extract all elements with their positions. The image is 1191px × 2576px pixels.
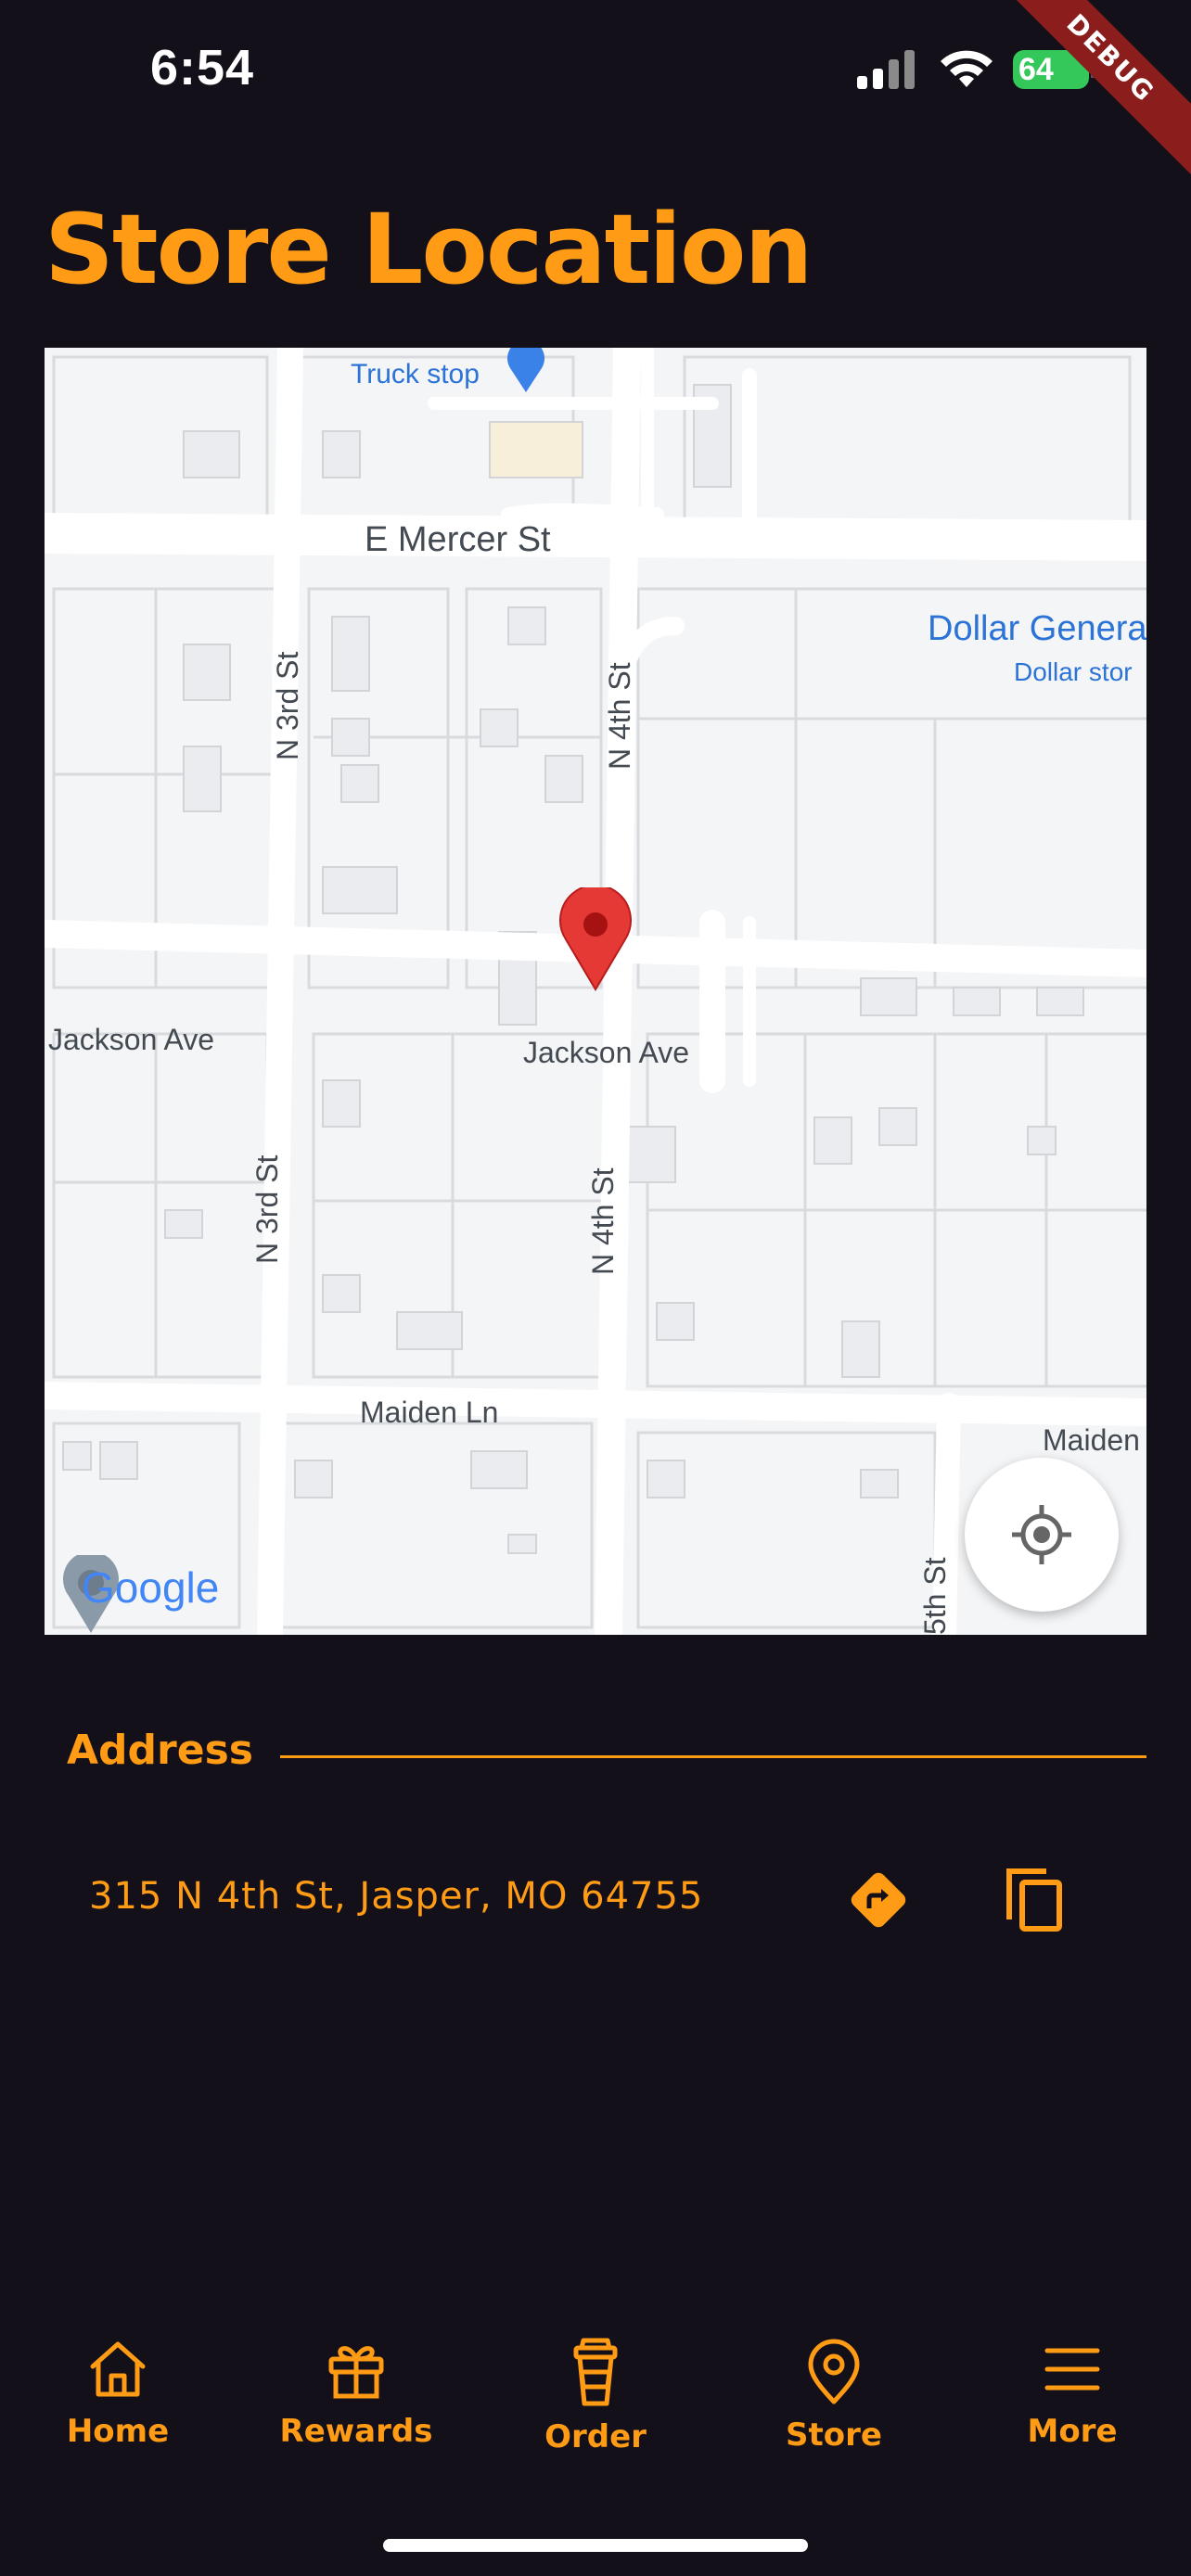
map-label-dollar-general: Dollar Genera (928, 609, 1146, 648)
home-indicator[interactable] (383, 2539, 808, 2552)
map-label-dollar-store: Dollar stor (1014, 657, 1133, 686)
nav-label-store: Store (786, 2417, 882, 2454)
cellular-signal-icon (857, 50, 915, 89)
gift-icon (328, 2346, 384, 2399)
home-icon (90, 2341, 146, 2397)
directions-icon (851, 1872, 906, 1928)
cup-icon (573, 2338, 618, 2406)
crosshair-icon (1012, 1505, 1071, 1564)
location-pin-icon (808, 2339, 860, 2404)
nav-label-home: Home (66, 2413, 170, 2450)
status-bar: 6:54 64 DEBUG (0, 0, 1191, 185)
nav-item-store[interactable]: Store (732, 2337, 936, 2454)
debug-banner: DEBUG (984, 0, 1191, 185)
store-address-text[interactable]: 315 N 4th St, Jasper, MO 64755 (89, 1875, 703, 1918)
copy-address-button[interactable] (1002, 1866, 1067, 1934)
menu-icon (1044, 2348, 1100, 2391)
store-marker-pin-icon[interactable] (558, 887, 633, 991)
store-map[interactable]: Truck stop E Mercer St Dollar Genera Dol… (45, 348, 1146, 1635)
copy-icon (1006, 1868, 1062, 1932)
map-label-jackson-ave-left: Jackson Ave (48, 1023, 215, 1056)
nav-label-order: Order (544, 2418, 647, 2455)
nav-item-more[interactable]: More (970, 2337, 1174, 2450)
nav-item-rewards[interactable]: Rewards (254, 2337, 458, 2450)
address-heading: Address (67, 1727, 253, 1774)
status-time: 6:54 (150, 40, 255, 96)
bottom-navigation: Home Rewards Order Store More (0, 2337, 1191, 2504)
nav-item-order[interactable]: Order (493, 2337, 698, 2455)
page-title: Store Location (45, 193, 813, 306)
map-label-maiden-right: Maiden (1043, 1423, 1140, 1457)
map-label-n-4th-st-top: N 4th St (603, 662, 636, 770)
map-label-maiden-ln: Maiden Ln (360, 1396, 499, 1429)
nav-item-home[interactable]: Home (16, 2337, 220, 2450)
map-label-truck-stop: Truck stop (351, 359, 480, 389)
nav-label-more: More (1027, 2413, 1118, 2450)
map-label-jackson-ave-center: Jackson Ave (523, 1036, 690, 1069)
map-label-n-3rd-st-bottom: N 3rd St (250, 1154, 284, 1264)
map-streets (45, 348, 1146, 1635)
google-attribution-logo: Google (61, 1555, 219, 1633)
map-label-5th-st: 5th St (918, 1557, 952, 1635)
google-attribution-text: Google (82, 1563, 220, 1612)
my-location-button[interactable] (965, 1458, 1119, 1612)
truck-stop-pin-icon (507, 348, 544, 392)
map-label-n-3rd-st-top: N 3rd St (271, 651, 304, 760)
directions-button[interactable] (846, 1868, 911, 1932)
battery-level: 64 (1018, 52, 1054, 87)
wifi-icon (941, 50, 992, 87)
map-label-n-4th-st-bottom: N 4th St (586, 1167, 620, 1275)
address-divider (280, 1755, 1146, 1758)
nav-label-rewards: Rewards (279, 2413, 433, 2450)
map-label-e-mercer-st: E Mercer St (365, 520, 551, 559)
